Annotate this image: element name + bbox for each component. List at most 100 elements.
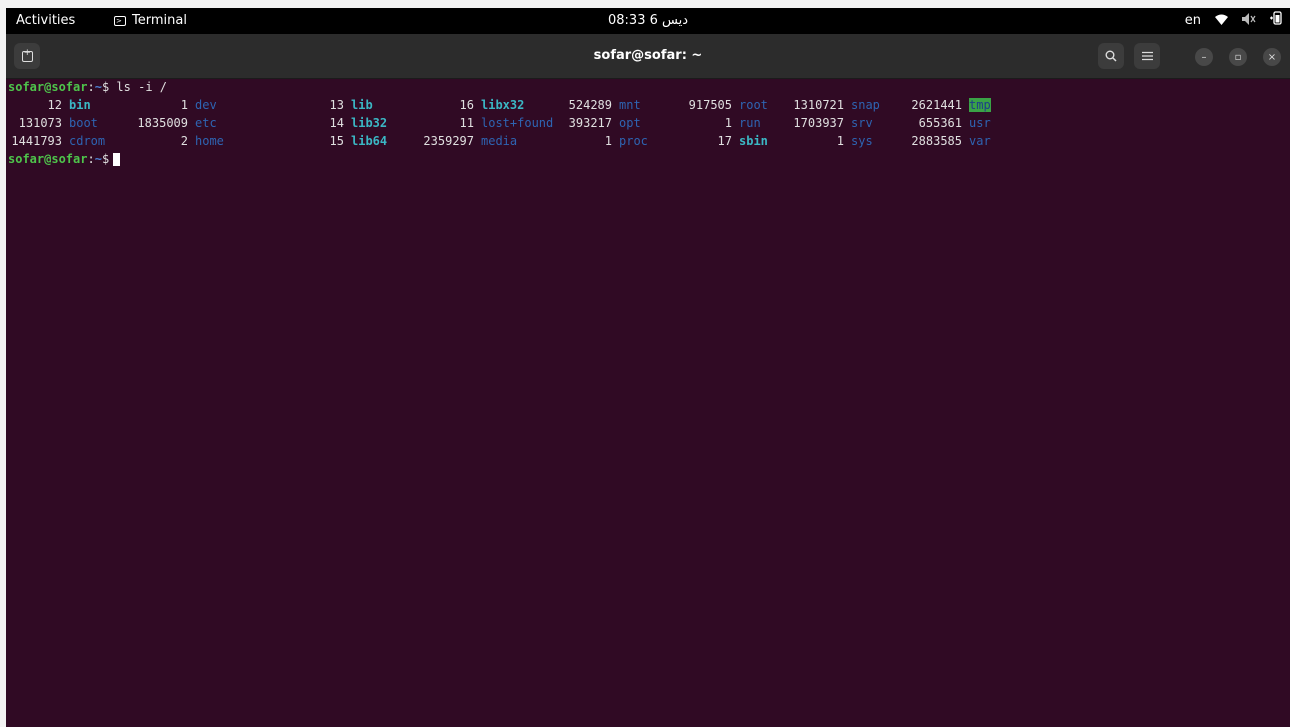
ls-entry: 917505 root xyxy=(676,99,768,111)
inode-number: 2621441 xyxy=(911,98,962,112)
file-name: etc xyxy=(195,116,217,130)
menu-button[interactable] xyxy=(1134,43,1160,69)
volume-muted-icon xyxy=(1242,8,1256,34)
ls-entry: 13 lib xyxy=(288,99,373,111)
ls-entry: 655361 usr xyxy=(906,117,991,129)
file-name: root xyxy=(739,98,768,112)
file-name: tmp xyxy=(969,98,991,112)
file-name: var xyxy=(969,134,991,148)
system-tray[interactable]: en xyxy=(1185,8,1282,34)
inode-number: 12 xyxy=(47,98,62,112)
ls-entry: 393217 opt xyxy=(556,117,641,129)
inode-number: 393217 xyxy=(568,116,612,130)
ls-entry: 2883585 var xyxy=(906,134,991,148)
file-name: sys xyxy=(851,134,873,148)
text-cursor xyxy=(113,153,121,166)
file-name: media xyxy=(481,134,518,148)
file-name: dev xyxy=(195,98,217,112)
ls-entry: 16 libx32 xyxy=(418,98,525,112)
scrollbar-track[interactable] xyxy=(1286,79,1290,727)
file-name: usr xyxy=(969,116,991,130)
inode-number: 1 xyxy=(724,116,732,130)
file-name: boot xyxy=(69,116,98,130)
inode-number: 2359297 xyxy=(423,134,474,148)
screen: Activities Terminal 08:33 6 ديس en xyxy=(6,8,1290,727)
ls-entry: 1310721 snap xyxy=(788,98,880,112)
inode-number: 2883585 xyxy=(911,134,962,148)
file-name: libx32 xyxy=(481,98,525,112)
ls-entry: 131073 boot xyxy=(6,117,98,129)
inode-number: 17 xyxy=(717,134,732,148)
file-name: snap xyxy=(851,98,880,112)
app-name: Terminal xyxy=(132,13,187,28)
wifi-icon xyxy=(1215,8,1228,34)
prompt-separator: : xyxy=(87,80,95,94)
ls-entry: 15 lib64 xyxy=(288,134,388,148)
ls-entry: 17 sbin xyxy=(676,135,768,147)
file-name: run xyxy=(739,116,761,130)
inode-number: 1703937 xyxy=(793,116,844,130)
ls-entry: 2621441 tmp xyxy=(906,98,991,112)
close-icon: × xyxy=(1267,51,1277,63)
maximize-button[interactable]: ▫ xyxy=(1229,48,1247,66)
minimize-icon: – xyxy=(1201,51,1207,63)
command-line: sofar@sofar:~$ ls -i / xyxy=(8,81,167,93)
language-indicator[interactable]: en xyxy=(1185,8,1201,34)
battery-icon xyxy=(1270,8,1282,34)
file-name: mnt xyxy=(619,98,641,112)
file-name: lib64 xyxy=(351,134,388,148)
ls-entry: 524289 mnt xyxy=(556,99,641,111)
minimize-button[interactable]: – xyxy=(1195,48,1213,66)
prompt-dollar: $ xyxy=(101,80,110,94)
ls-entry: 12 bin xyxy=(6,99,91,111)
maximize-icon: ▫ xyxy=(1234,51,1242,63)
hamburger-menu-icon xyxy=(1141,51,1153,61)
ls-entry: 1 sys xyxy=(788,135,873,147)
file-name: proc xyxy=(619,134,648,148)
inode-number: 2 xyxy=(180,134,188,148)
search-icon xyxy=(1105,50,1117,62)
inode-number: 1310721 xyxy=(793,98,844,112)
search-button[interactable] xyxy=(1098,43,1124,69)
prompt-path: ~ xyxy=(94,80,102,94)
file-name: lib32 xyxy=(351,116,388,130)
clock[interactable]: 08:33 6 ديس xyxy=(608,13,688,28)
top-bar: Activities Terminal 08:33 6 ديس en xyxy=(6,8,1290,34)
file-name: sbin xyxy=(739,134,768,148)
prompt-user: sofar@sofar xyxy=(8,80,88,94)
ls-entry: 2 home xyxy=(132,135,224,147)
activities-button[interactable]: Activities xyxy=(16,8,75,34)
close-button[interactable]: × xyxy=(1263,48,1281,66)
inode-number: 1441793 xyxy=(11,134,62,148)
inode-number: 1 xyxy=(180,98,188,112)
file-name: cdrom xyxy=(69,134,106,148)
ls-entry: 1 dev xyxy=(132,99,217,111)
inode-number: 13 xyxy=(329,98,344,112)
new-tab-button[interactable] xyxy=(14,43,40,69)
inode-number: 14 xyxy=(329,116,344,130)
current-prompt-line[interactable]: sofar@sofar:~$ xyxy=(8,152,121,166)
inode-number: 16 xyxy=(459,98,474,112)
file-name: bin xyxy=(69,98,91,112)
inode-number: 524289 xyxy=(568,98,612,112)
ls-entry: 2359297 media xyxy=(418,135,517,147)
prompt-dollar: $ xyxy=(101,152,110,166)
ls-entry: 1835009 etc xyxy=(132,116,217,130)
prompt-path: ~ xyxy=(94,152,102,166)
ls-entry: 1441793 cdrom xyxy=(6,135,105,147)
ls-entry: 1 proc xyxy=(556,135,648,147)
file-name: lib xyxy=(351,98,373,112)
terminal-icon xyxy=(114,8,126,34)
inode-number: 1 xyxy=(604,134,612,148)
window-title: sofar@sofar: ~ xyxy=(593,48,703,63)
inode-number: 11 xyxy=(459,116,474,130)
app-menu[interactable]: Terminal xyxy=(114,8,187,34)
terminal-output[interactable]: sofar@sofar:~$ ls -i / 12 bin 1 dev 13 lib 16 l… xyxy=(6,79,1286,727)
inode-number: 1 xyxy=(836,134,844,148)
inode-number: 131073 xyxy=(18,116,62,130)
ls-entry: 14 lib32 xyxy=(288,116,388,130)
inode-number: 15 xyxy=(329,134,344,148)
file-name: srv xyxy=(851,116,873,130)
inode-number: 917505 xyxy=(688,98,732,112)
file-name: opt xyxy=(619,116,641,130)
